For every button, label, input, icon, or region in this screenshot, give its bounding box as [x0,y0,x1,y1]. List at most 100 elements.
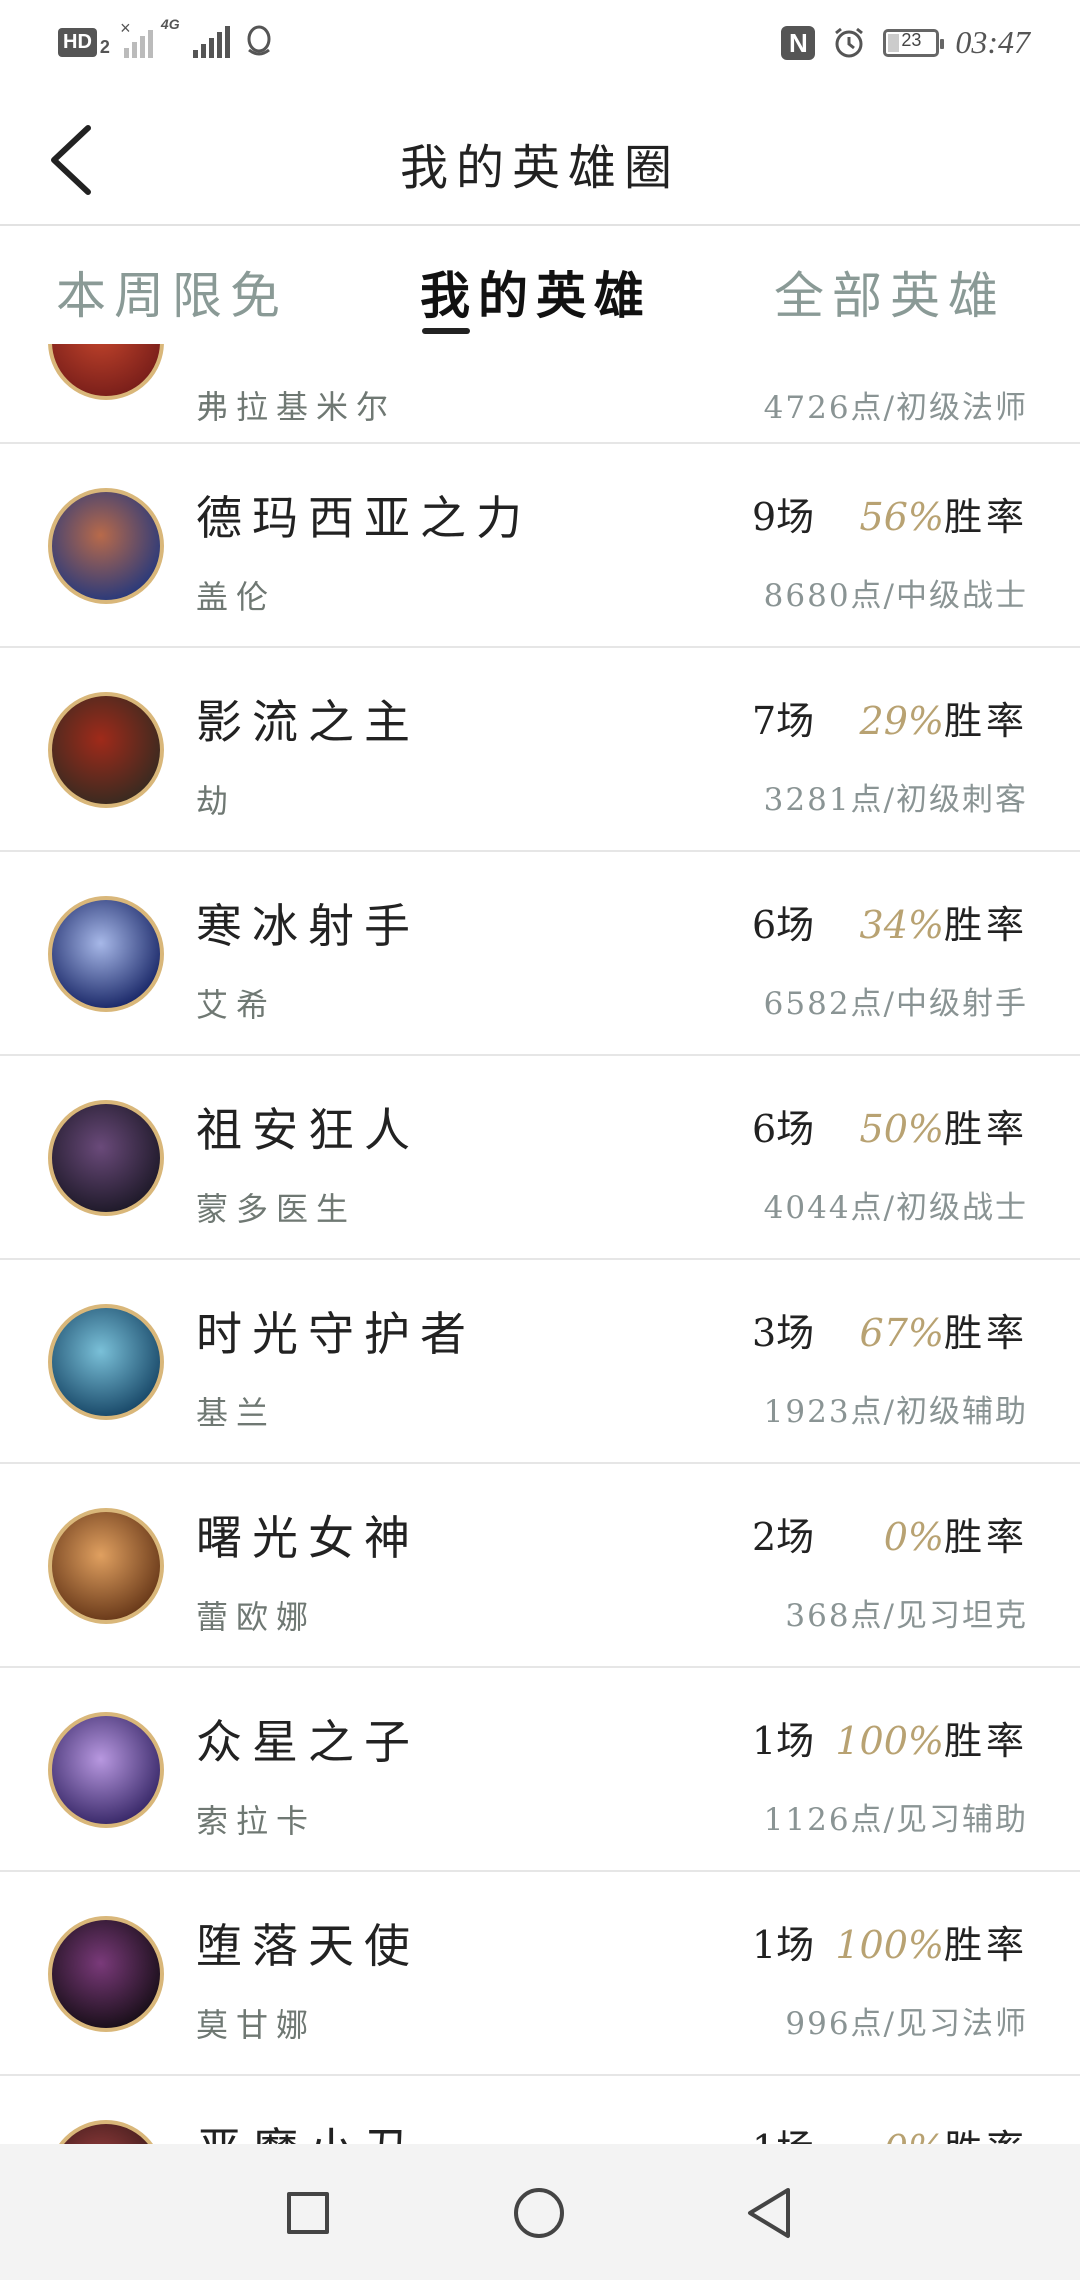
winrate-value: 0% [884,2127,944,2144]
hero-name: 弗拉基米尔 [196,388,397,426]
hero-row[interactable]: 寒冰射手 艾希 6场 34%胜率 6582点/中级射手 [0,852,1080,1056]
hero-row[interactable]: 曙光女神 蕾欧娜 2场 0%胜率 368点/见习坦克 [0,1464,1080,1668]
hero-row[interactable]: 影流之主 劫 7场 29%胜率 3281点/初级刺客 [0,648,1080,852]
alarm-icon [835,27,864,57]
hero-name: 艾希 [196,986,277,1024]
hero-title: 曙光女神 [196,1511,420,1565]
hero-games: 2场 [752,1515,815,1559]
hero-row[interactable]: 堕落天使 莫甘娜 1场 100%胜率 996点/见习法师 [0,1872,1080,2076]
hero-name: 盖伦 [196,578,277,616]
winrate-value: 34% [859,903,944,947]
hero-winrate: 100%胜率 [835,1710,1028,1765]
hero-row[interactable]: 众星之子 索拉卡 1场 100%胜率 1126点/见习辅助 [0,1668,1080,1872]
hero-title: 德玛西亚之力 [196,491,532,545]
hero-name: 索拉卡 [196,1802,317,1840]
hero-avatar [48,344,164,400]
hero-row[interactable]: 时光守护者 基兰 3场 67%胜率 1923点/初级辅助 [0,1260,1080,1464]
winrate-label: 胜率 [943,1107,1028,1151]
hero-title: 时光守护者 [196,1307,476,1361]
hero-name: 莫甘娜 [196,2006,317,2044]
hero-games: 6场 [752,1107,815,1151]
hero-title: 影流之主 [196,695,420,749]
winrate-value: 29% [859,699,944,743]
hero-avatar [48,1508,164,1624]
hero-avatar [48,896,164,1012]
hero-row[interactable]: 弗拉基米尔 4726点/初级法师 [0,344,1080,444]
hero-games: 1场 [752,1719,815,1763]
winrate-value: 67% [859,1311,944,1355]
hero-avatar [48,692,164,808]
hd-sub-label: 2 [99,36,110,57]
tab-all-heroes[interactable]: 全部英雄 [774,256,1006,328]
winrate-label: 胜率 [943,1719,1028,1763]
home-circle-icon[interactable] [514,2188,564,2238]
active-tab-indicator [422,328,470,334]
hero-row[interactable]: 祖安狂人 蒙多医生 6场 50%胜率 4044点/初级战士 [0,1056,1080,1260]
hero-avatar [48,1916,164,2032]
hero-list[interactable]: 弗拉基米尔 4726点/初级法师 德玛西亚之力 盖伦 9场 56%胜率 8680… [0,344,1080,2144]
sim2-signal-icon: 4G [161,16,230,58]
winrate-value: 100% [835,1719,944,1763]
winrate-value: 0% [883,1515,944,1559]
nfc-icon: N [781,25,816,60]
battery-text: 23 [901,29,922,50]
tab-weekly-free[interactable]: 本周限免 [56,256,288,328]
qq-notification-icon [247,25,271,56]
hero-name: 蒙多医生 [196,1190,357,1228]
back-triangle-icon[interactable] [744,2186,794,2240]
tab-bar: 本周限免 我的英雄 全部英雄 [0,226,1080,344]
hero-games: 3场 [752,1311,815,1355]
hero-name: 基兰 [196,1394,277,1432]
winrate-label: 胜率 [944,2127,1028,2144]
hero-points: 3281点/初级刺客 [763,782,1028,818]
hero-winrate: 100%胜率 [835,1914,1028,1969]
system-nav-bar [0,2144,1080,2280]
winrate-value: 56% [859,495,944,539]
hero-title: 堕落天使 [196,1919,420,1973]
hero-title: 祖安狂人 [196,1103,420,1157]
hero-points: 1923点/初级辅助 [763,1394,1028,1430]
hd-voice-indicator: HD 2 [58,27,110,58]
hero-name: 蕾欧娜 [196,1598,317,1636]
hero-winrate: 34%胜率 [860,894,1028,949]
hero-avatar [48,1100,164,1216]
winrate-label: 胜率 [943,1923,1028,1967]
hero-points: 996点/见习法师 [785,2006,1028,2042]
hero-row[interactable]: 德玛西亚之力 盖伦 9场 56%胜率 8680点/中级战士 [0,444,1080,648]
hero-winrate: 56%胜率 [860,486,1028,541]
sim1-signal-icon: × [120,18,153,58]
tab-my-heroes[interactable]: 我的英雄 [420,256,652,328]
hero-row[interactable]: 恶魔小丑 1场 0%胜率 [0,2076,1080,2144]
hero-avatar [48,1712,164,1828]
hero-title: 众星之子 [196,1715,420,1769]
hero-title: 恶魔小丑 [196,2114,420,2144]
hero-points: 4726点/初级法师 [763,390,1028,426]
hero-name: 劫 [196,782,237,820]
hero-games: 6场 [752,903,815,947]
winrate-label: 胜率 [943,699,1028,743]
no-signal-mark: × [119,18,131,38]
recents-square-icon[interactable] [287,2192,329,2234]
hero-avatar [48,488,164,604]
winrate-label: 胜率 [943,1515,1028,1559]
winrate-label: 胜率 [943,1311,1028,1355]
hero-games: 9场 [752,495,815,539]
hero-winrate: 0%胜率 [884,2118,1028,2144]
winrate-label: 胜率 [943,495,1028,539]
hero-points: 368点/见习坦克 [785,1598,1028,1634]
status-bar: HD 2 × 4G N 23 03:47 [0,0,1080,92]
winrate-label: 胜率 [943,903,1028,947]
hero-points: 6582点/中级射手 [763,986,1028,1022]
hero-winrate: 29%胜率 [860,690,1028,745]
hero-games: 1场 [752,1923,815,1967]
status-right: N 23 03:47 [781,24,1030,61]
winrate-value: 50% [859,1107,944,1151]
network-type-label: 4G [160,16,180,32]
hd-label: HD [58,27,97,57]
hero-winrate: 50%胜率 [860,1098,1028,1153]
winrate-value: 100% [835,1923,944,1967]
hero-points: 1126点/见习辅助 [763,1802,1028,1838]
hero-points: 8680点/中级战士 [763,578,1028,614]
page-title: 我的英雄圈 [399,140,680,196]
hero-winrate: 67%胜率 [860,1302,1028,1357]
